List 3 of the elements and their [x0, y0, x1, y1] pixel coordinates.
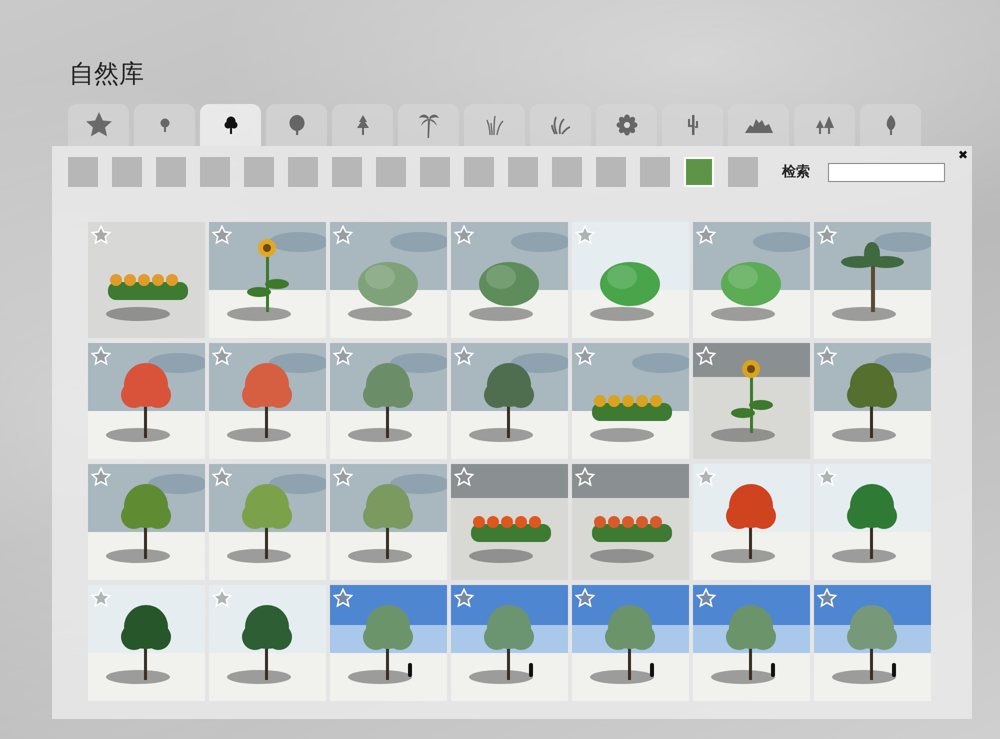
close-button[interactable]: ✖	[958, 148, 968, 162]
window-title: 自然库	[69, 58, 145, 90]
search-label: 检索	[782, 163, 810, 181]
